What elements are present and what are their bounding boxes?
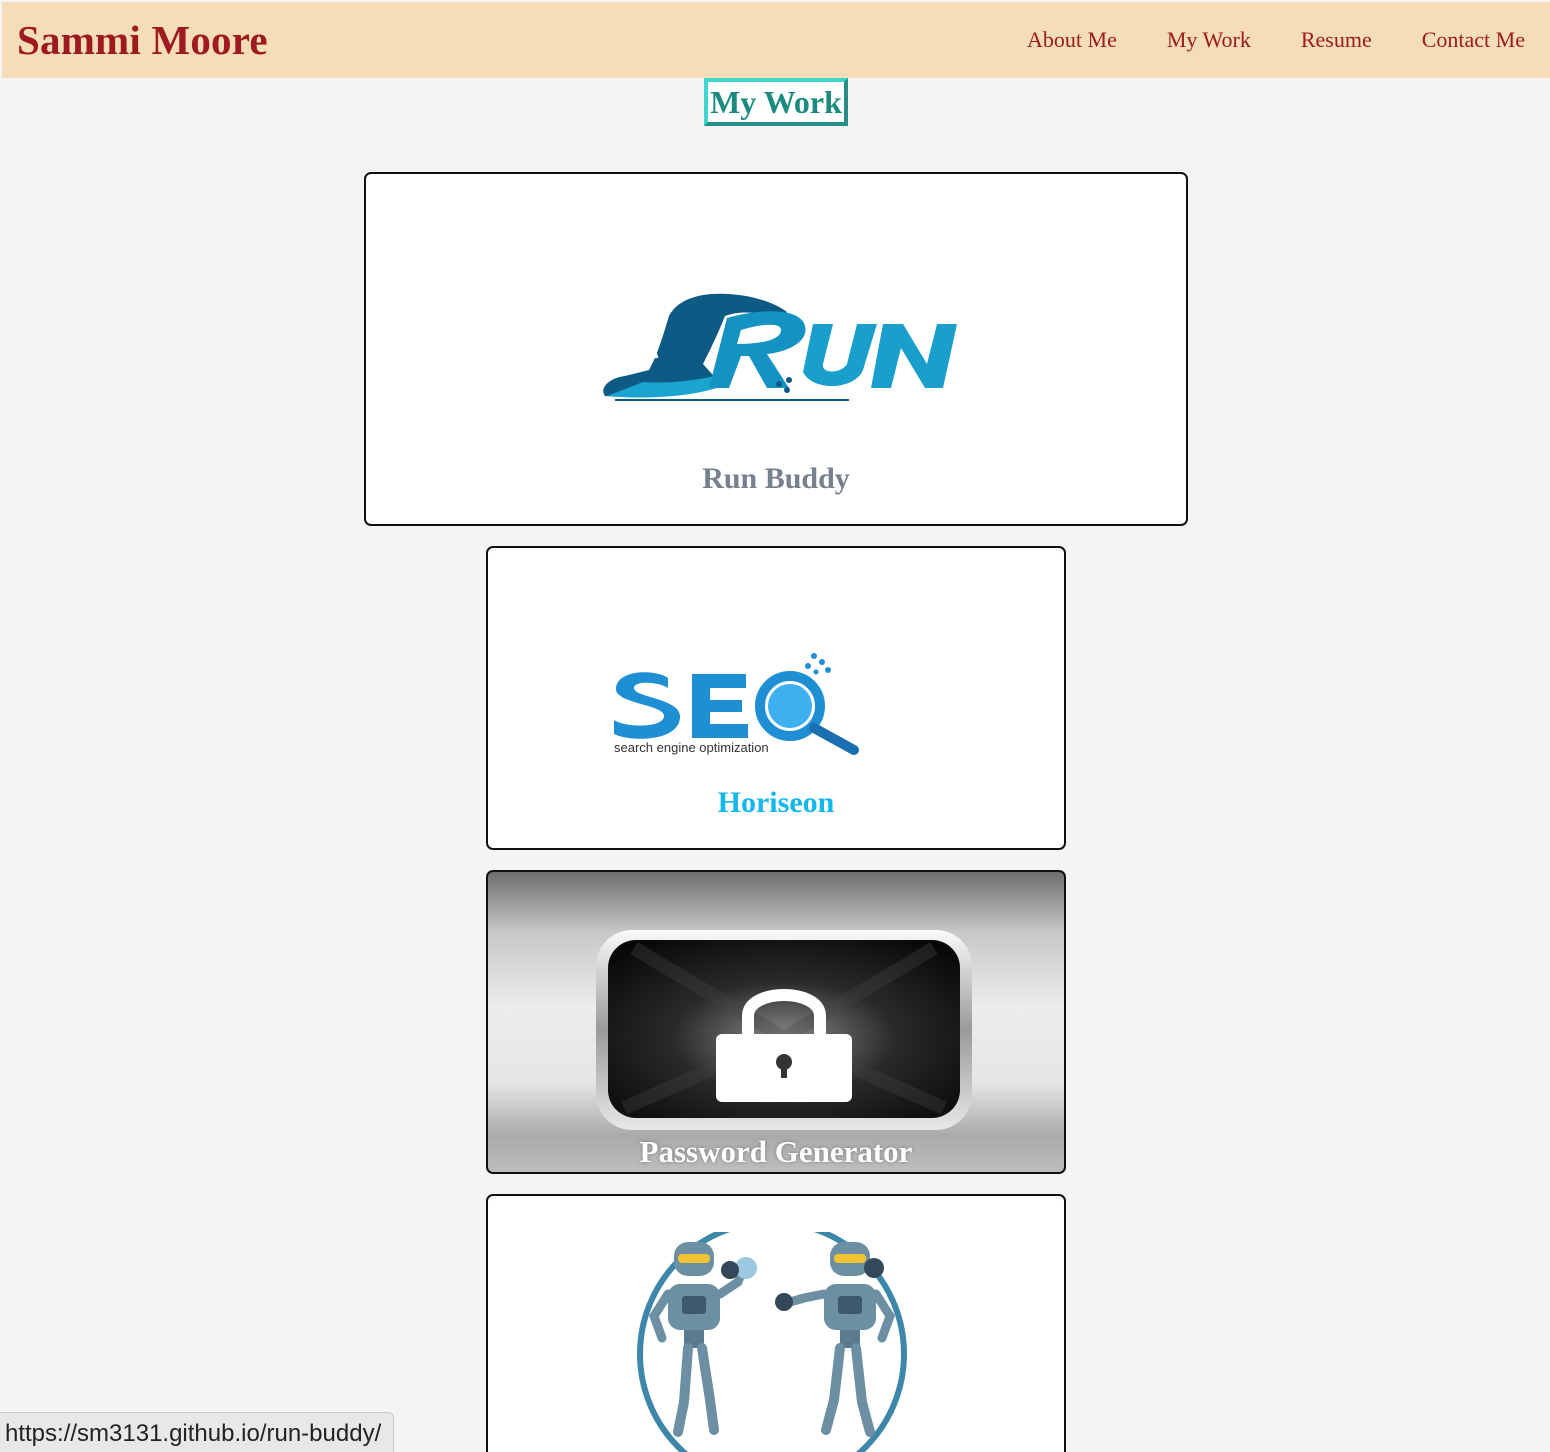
nav-link-my-work[interactable]: My Work [1167, 27, 1251, 53]
nav-link-about-me[interactable]: About Me [1027, 27, 1117, 53]
main-nav: About Me My Work Resume Contact Me [1027, 27, 1525, 53]
project-title-password-generator[interactable]: Password Generator [488, 1134, 1064, 1170]
brand-name[interactable]: Sammi Moore [17, 16, 268, 64]
project-card-robots[interactable] [486, 1194, 1066, 1452]
seo-letter-s [614, 672, 681, 739]
nav-link-contact-me[interactable]: Contact Me [1422, 27, 1525, 53]
seo-tagline: search engine optimization [614, 740, 769, 755]
site-header: Sammi Moore About Me My Work Resume Cont… [2, 2, 1550, 78]
page: Sammi Moore About Me My Work Resume Cont… [0, 0, 1550, 1452]
browser-status-url: https://sm3131.github.io/run-buddy/ [0, 1412, 395, 1452]
project-card-password-generator[interactable]: Password Generator [486, 870, 1066, 1174]
nav-link-resume[interactable]: Resume [1301, 27, 1372, 53]
robot-icon-right [775, 1242, 895, 1437]
seo-letter-e [692, 674, 748, 738]
seo-logo-image: search engine optimization [614, 653, 859, 755]
project-title-horiseon[interactable]: Horiseon [488, 786, 1064, 820]
project-card-horiseon[interactable]: search engine optimization Horiseon [486, 546, 1066, 850]
section-title-my-work: My Work [704, 78, 848, 126]
project-card-run-buddy[interactable]: Run Buddy [364, 172, 1188, 526]
lock-image [596, 930, 972, 1130]
project-title-run-buddy[interactable]: Run Buddy [366, 462, 1186, 496]
run-logo-image [603, 293, 957, 401]
robots-image [637, 1232, 907, 1452]
